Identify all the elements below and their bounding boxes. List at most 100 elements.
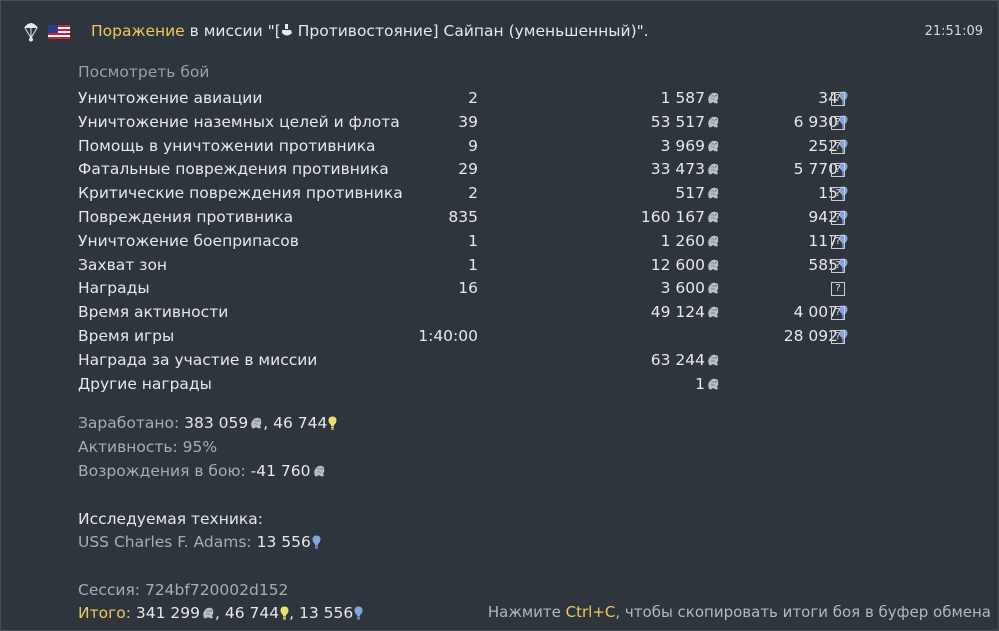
table-row: Время игры 1:40:00 28 092? xyxy=(78,325,868,349)
row-silver: 160 167 xyxy=(641,208,720,226)
silver-lion-icon xyxy=(706,305,720,319)
help-button[interactable]: ? xyxy=(831,210,845,225)
row-count: 2 xyxy=(468,89,478,107)
table-row: Уничтожение боеприпасов 1 1 260 117? xyxy=(78,230,868,254)
message-title: Поражение в миссии "[ Противостояние] Са… xyxy=(91,22,649,40)
view-battle-link[interactable]: Посмотреть бой xyxy=(78,63,209,81)
battle-result: Поражение xyxy=(91,22,185,40)
rewards-table: Уничтожение авиации 2 1 587 34? Уничтожение … xyxy=(78,87,868,396)
us-flag-icon xyxy=(48,24,70,43)
hotkey-ctrl-c: Ctrl+C xyxy=(565,603,616,621)
help-button[interactable]: ? xyxy=(831,306,845,321)
parachute-icon xyxy=(23,20,39,46)
earned-rp: 46 744 xyxy=(273,414,328,432)
table-row: Время активности 49 124 4 007? xyxy=(78,301,868,325)
row-count: 9 xyxy=(468,136,478,155)
help-button[interactable]: ? xyxy=(831,329,845,344)
row-silver: 63 244 xyxy=(651,351,720,369)
rp-yellow-bulb-icon xyxy=(328,416,337,430)
row-count: 29 xyxy=(458,160,478,179)
row-label: Повреждения противника xyxy=(78,207,294,226)
silver-lion-icon xyxy=(706,234,720,248)
row-label: Время активности xyxy=(78,303,229,322)
help-button[interactable]: ? xyxy=(831,139,845,154)
silver-lion-icon xyxy=(201,606,215,620)
earned-silver: 383 059 xyxy=(184,414,249,432)
total-silver: 341 299 xyxy=(135,604,201,622)
total-crew-rp: 13 556 xyxy=(299,604,354,622)
respawn-line: Возрождения в бою: -41 760 xyxy=(78,462,326,480)
row-count: 1:40:00 xyxy=(418,326,478,345)
help-button[interactable]: ? xyxy=(831,187,845,202)
table-row: Критические повреждения противника 2 517 15… xyxy=(78,182,868,206)
row-silver: 1 260 xyxy=(661,232,720,250)
help-button[interactable]: ? xyxy=(831,92,845,106)
row-label: Захват зон xyxy=(78,255,168,274)
table-row: Награды 16 3 600? xyxy=(78,277,868,301)
message-header: Поражение в миссии "[ Противостояние] Са… xyxy=(23,18,983,46)
earned-label: Заработано: xyxy=(78,414,180,432)
row-label: Награда за участие в миссии xyxy=(78,350,318,369)
research-line: USS Charles F. Adams: 13 556 xyxy=(78,533,321,551)
silver-lion-icon xyxy=(706,139,720,153)
row-count: 1 xyxy=(468,231,478,250)
help-button[interactable]: ? xyxy=(831,163,845,178)
row-label: Помощь в уничтожении противника xyxy=(78,136,376,155)
total-line: Итого: 341 299, 46 744, 13 556 xyxy=(78,604,363,622)
game-mode-icon xyxy=(281,22,293,40)
session-line[interactable]: Сессия: 724bf720002d152 xyxy=(78,581,288,599)
research-title: Исследуемая техника: xyxy=(78,510,263,528)
table-row: Фатальные повреждения противника 29 33 473… xyxy=(78,158,868,182)
row-silver: 3 600 xyxy=(661,279,720,297)
table-row: Захват зон 1 12 600 585? xyxy=(78,254,868,278)
row-silver: 49 124 xyxy=(651,303,720,321)
rp-blue-bulb-icon xyxy=(354,606,363,620)
total-rp: 46 744 xyxy=(224,604,280,622)
help-button[interactable]: ? xyxy=(831,282,845,297)
respawn-label: Возрождения в бою: xyxy=(78,462,246,480)
battle-result-panel: Поражение в миссии "[ Противостояние] Са… xyxy=(0,0,999,631)
row-label: Фатальные повреждения противника xyxy=(78,160,389,179)
rp-yellow-bulb-icon xyxy=(280,606,289,620)
silver-lion-icon xyxy=(706,377,720,391)
silver-lion-icon xyxy=(706,186,720,200)
row-label: Другие награды xyxy=(78,374,212,393)
mission-prefix: в миссии "[ xyxy=(184,22,281,40)
research-rp: 13 556 xyxy=(256,533,311,551)
table-row: Уничтожение наземных целей и флота 39 53 5… xyxy=(78,111,868,135)
row-silver: 12 600 xyxy=(651,256,720,274)
silver-lion-icon xyxy=(249,416,263,430)
row-label: Уничтожение наземных целей и флота xyxy=(78,112,400,131)
row-count: 16 xyxy=(458,279,478,298)
row-silver: 1 xyxy=(695,375,720,393)
help-button[interactable]: ? xyxy=(831,234,845,249)
silver-lion-icon xyxy=(706,115,720,129)
table-row: Помощь в уничтожении противника 9 3 969 252… xyxy=(78,135,868,159)
row-label: Уничтожение авиации xyxy=(78,89,263,107)
row-label: Награды xyxy=(78,279,150,298)
row-silver: 1 587 xyxy=(661,89,720,107)
message-time: 21:51:09 xyxy=(924,24,983,39)
row-silver: 53 517 xyxy=(651,113,720,131)
row-label: Уничтожение боеприпасов xyxy=(78,231,299,250)
row-count: 835 xyxy=(448,207,478,226)
silver-lion-icon xyxy=(706,281,720,295)
row-label: Критические повреждения противника xyxy=(78,184,403,203)
respawn-value: -41 760 xyxy=(250,462,311,480)
row-silver: 517 xyxy=(675,184,720,202)
row-silver: 3 969 xyxy=(661,137,720,155)
row-silver: 33 473 xyxy=(651,160,720,178)
activity-line: Активность: 95% xyxy=(78,438,218,456)
mission-name: Противостояние] Сайпан (уменьшенный)". xyxy=(292,22,649,40)
help-button[interactable]: ? xyxy=(831,258,845,273)
table-row: Уничтожение авиации 2 1 587 34? xyxy=(78,87,868,111)
silver-lion-icon xyxy=(706,353,720,367)
silver-lion-icon xyxy=(312,464,326,478)
table-row: Повреждения противника 835 160 167 942? xyxy=(78,206,868,230)
total-label: Итого: xyxy=(78,604,131,622)
silver-lion-icon xyxy=(706,258,720,272)
help-button[interactable]: ? xyxy=(831,115,845,130)
row-count: 39 xyxy=(458,112,478,131)
silver-lion-icon xyxy=(706,162,720,176)
copy-hint: Нажмите Ctrl+C, чтобы скопировать итоги … xyxy=(487,603,991,621)
